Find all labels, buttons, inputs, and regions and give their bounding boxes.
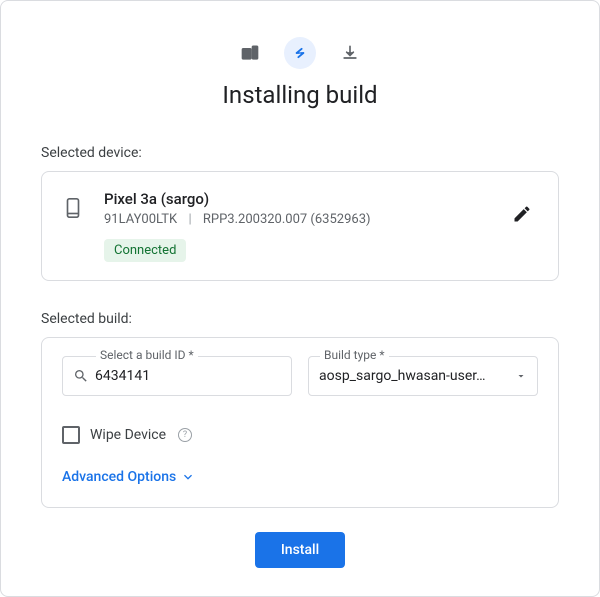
build-type-value: aosp_sargo_hwasan-user…: [319, 368, 511, 384]
pencil-icon: [512, 204, 532, 224]
wipe-device-label: Wipe Device: [90, 427, 166, 443]
page-title: Installing build: [41, 81, 559, 109]
build-type-select[interactable]: aosp_sargo_hwasan-user…: [308, 356, 538, 396]
advanced-options-toggle[interactable]: Advanced Options: [62, 469, 196, 485]
phone-icon: [62, 194, 84, 226]
build-card: Select a build ID * Build type * aosp_sa…: [41, 337, 559, 508]
install-button[interactable]: Install: [255, 532, 345, 568]
device-meta: 91LAY00LTK | RPP3.200320.007 (6352963): [104, 212, 486, 227]
step-indicator-row: [41, 37, 559, 69]
build-id-input[interactable]: [95, 368, 281, 384]
status-badge: Connected: [104, 239, 186, 262]
step-device-icon: [234, 37, 266, 69]
build-id-label: Select a build ID *: [96, 348, 198, 362]
wipe-device-checkbox[interactable]: [62, 426, 80, 444]
device-build-info: RPP3.200320.007 (6352963): [203, 212, 371, 227]
install-build-card: Installing build Selected device: Pixel …: [0, 0, 600, 597]
advanced-options-label: Advanced Options: [62, 469, 176, 485]
build-type-label: Build type *: [320, 348, 389, 362]
search-icon: [73, 368, 89, 384]
step-transfer-icon: [284, 37, 316, 69]
build-id-input-wrap[interactable]: [62, 356, 292, 396]
step-download-icon: [334, 37, 366, 69]
device-info: Pixel 3a (sargo) 91LAY00LTK | RPP3.20032…: [104, 190, 486, 262]
install-row: Install: [41, 532, 559, 568]
selected-build-label: Selected build:: [41, 311, 559, 327]
edit-device-button[interactable]: [506, 198, 538, 233]
help-icon[interactable]: ?: [178, 428, 192, 442]
build-type-field-group: Build type * aosp_sargo_hwasan-user…: [308, 356, 538, 396]
build-fields-row: Select a build ID * Build type * aosp_sa…: [62, 356, 538, 396]
selected-device-label: Selected device:: [41, 145, 559, 161]
device-serial: 91LAY00LTK: [104, 212, 177, 227]
chevron-down-icon: [515, 370, 527, 382]
separator: |: [188, 212, 191, 227]
build-id-field-group: Select a build ID *: [62, 356, 292, 396]
chevron-down-icon: [180, 469, 196, 485]
wipe-device-row: Wipe Device ?: [62, 426, 538, 444]
device-name: Pixel 3a (sargo): [104, 190, 486, 208]
device-card: Pixel 3a (sargo) 91LAY00LTK | RPP3.20032…: [41, 171, 559, 281]
